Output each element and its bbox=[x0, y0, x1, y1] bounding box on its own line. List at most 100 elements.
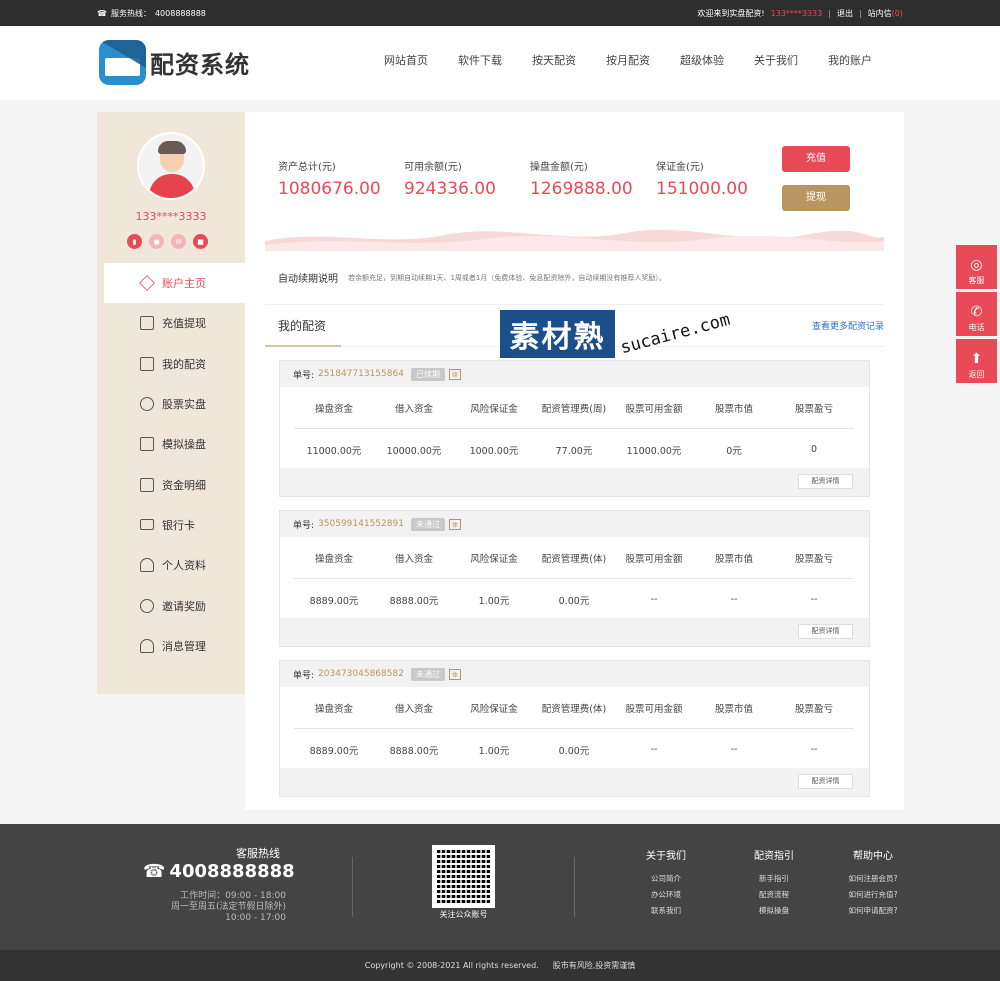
qr-caption: 关注公众账号 bbox=[439, 910, 488, 919]
logo[interactable]: 配资系统 bbox=[99, 40, 250, 85]
header: 配资系统 网站首页 软件下载 按天配资 按月配资 超级体验 关于我们 我的账户 bbox=[0, 26, 1000, 100]
stat-total-assets: 资产总计(元) 1080676.00 bbox=[278, 158, 404, 199]
float-customer-service[interactable]: ◎ 客服 bbox=[956, 245, 997, 289]
order-detail-button[interactable]: 配资详情 bbox=[798, 474, 853, 489]
sidebar-item-funds-detail[interactable]: 资金明细 bbox=[104, 464, 245, 504]
sidebar-item-my-funding[interactable]: 我的配资 bbox=[104, 344, 245, 384]
withdraw-button[interactable]: 提现 bbox=[782, 185, 850, 211]
type-tag: 体 bbox=[448, 668, 461, 680]
status-badge: 未通过 bbox=[410, 517, 445, 531]
main-nav: 网站首页 软件下载 按天配资 按月配资 超级体验 关于我们 我的账户 bbox=[369, 52, 887, 68]
risk-warning: 股市有风险,投资需谨慎 bbox=[552, 961, 636, 970]
inbox-link[interactable]: 站内信(0) bbox=[868, 8, 903, 19]
coins-icon bbox=[140, 397, 154, 412]
sidebar-item-label: 模拟操盘 bbox=[162, 438, 206, 452]
nav-trial[interactable]: 超级体验 bbox=[665, 52, 739, 68]
sidebar-item-invite[interactable]: 邀请奖励 bbox=[104, 585, 245, 625]
chart-icon bbox=[140, 356, 154, 371]
tab-my-funding[interactable]: 我的配资 bbox=[278, 317, 326, 334]
work-hours-line: 工作时间：09:00 - 18:00 bbox=[180, 891, 286, 901]
nav-account[interactable]: 我的账户 bbox=[813, 52, 887, 68]
nav-home[interactable]: 网站首页 bbox=[369, 52, 443, 68]
sidebar-item-home[interactable]: 账户主页 bbox=[104, 263, 245, 304]
sidebar-item-label: 资金明细 bbox=[162, 478, 206, 492]
welcome-text: 欢迎来到实盘配资! bbox=[697, 8, 765, 18]
order-no-label: 单号: bbox=[293, 370, 315, 381]
divider bbox=[574, 857, 575, 917]
more-records-link[interactable]: 查看更多配资记录 bbox=[812, 319, 884, 332]
stat-label: 操盘金额(元) bbox=[530, 162, 588, 173]
sidebar-item-recharge[interactable]: 充值提现 bbox=[104, 303, 245, 343]
order-no-label: 单号: bbox=[293, 520, 315, 531]
col-header: 借入资金 bbox=[394, 703, 433, 715]
cell-value: 8889.00元 bbox=[309, 745, 359, 757]
order-detail-button[interactable]: 配资详情 bbox=[798, 624, 853, 639]
order-footer: 配资详情 bbox=[280, 618, 869, 646]
nav-monthly[interactable]: 按月配资 bbox=[591, 52, 665, 68]
trend-icon bbox=[140, 437, 154, 452]
cell-value: -- bbox=[730, 594, 738, 605]
auto-renew-desc: 若余额充足，到期自动续期1天、1周或者1月（免费体验、免息配资除外，自动续期没有… bbox=[348, 273, 666, 282]
auto-renew-title: 自动续期说明 bbox=[278, 274, 338, 285]
phone-icon: ✆ bbox=[970, 304, 983, 320]
nav-about[interactable]: 关于我们 bbox=[739, 52, 813, 68]
col-header: 风险保证金 bbox=[470, 403, 518, 415]
footer-link[interactable]: 如何注册会员? bbox=[840, 871, 906, 887]
order-columns: 操盘资金 借入资金 风险保证金 配资管理费(体) 股票可用金额 股票市值 股票盈亏 bbox=[294, 537, 854, 579]
float-phone[interactable]: ✆ 电话 bbox=[956, 292, 997, 336]
stat-value: 924336.00 bbox=[404, 179, 496, 199]
footer-col-title: 帮助中心 bbox=[853, 851, 893, 862]
password-verify-icon[interactable]: ■ bbox=[193, 234, 208, 249]
logout-link[interactable]: 退出 bbox=[837, 8, 853, 19]
footer-col-guide: 配资指引 新手指引 配资流程 模拟操盘 bbox=[744, 847, 804, 919]
footer-link[interactable]: 公司简介 bbox=[636, 871, 696, 887]
order-values: 11000.00元 10000.00元 1000.00元 77.00元 11000.00… bbox=[294, 429, 854, 470]
col-header: 股票可用金额 bbox=[625, 403, 683, 415]
sidebar-item-label: 个人资料 bbox=[162, 559, 206, 573]
sidebar-item-profile[interactable]: 个人资料 bbox=[104, 545, 245, 585]
footer-link[interactable]: 如何申请配资? bbox=[840, 903, 906, 919]
col-header: 配资管理费(体) bbox=[541, 553, 607, 565]
nav-download[interactable]: 软件下载 bbox=[443, 52, 517, 68]
sidebar-item-bank-card[interactable]: 银行卡 bbox=[104, 505, 245, 545]
recharge-button[interactable]: 充值 bbox=[782, 146, 850, 172]
nav-daily[interactable]: 按天配资 bbox=[517, 52, 591, 68]
sidebar-item-messages[interactable]: 消息管理 bbox=[104, 626, 245, 666]
sidebar-item-simulation[interactable]: 模拟操盘 bbox=[104, 424, 245, 464]
footer-link[interactable]: 新手指引 bbox=[744, 871, 804, 887]
sidebar-item-label: 账户主页 bbox=[162, 277, 206, 291]
top-username[interactable]: 133****3333 bbox=[771, 9, 823, 18]
sidebar-item-real-stock[interactable]: 股票实盘 bbox=[104, 384, 245, 424]
main-area: 133****3333 ▮ ● ✉ ■ 账户主页 充值提现 我的配资 股票实盘 … bbox=[97, 112, 904, 810]
type-tag: 续 bbox=[448, 368, 461, 380]
footer-link[interactable]: 办公环境 bbox=[636, 887, 696, 903]
hotline-label: 服务热线： bbox=[110, 8, 151, 18]
order-values: 8889.00元 8888.00元 1.00元 0.00元 -- -- -- bbox=[294, 729, 854, 770]
divider bbox=[352, 857, 353, 917]
order-detail-button[interactable]: 配资详情 bbox=[798, 774, 853, 789]
work-hours: 工作时间：09:00 - 18:00 周一至周五(法定节假日除外) 10:00 … bbox=[150, 891, 286, 924]
float-back-to-top[interactable]: ⬆ 返回 bbox=[956, 339, 997, 383]
stat-trading-amount: 操盘金额(元) 1269888.00 bbox=[530, 158, 656, 199]
footer-col-about: 关于我们 公司简介 办公环境 联系我们 bbox=[636, 847, 696, 919]
sidebar-item-label: 股票实盘 bbox=[162, 398, 206, 412]
stat-label: 保证金(元) bbox=[656, 162, 704, 173]
inbox-label: 站内信 bbox=[867, 8, 892, 18]
footer-link[interactable]: 模拟操盘 bbox=[744, 903, 804, 919]
id-verify-icon[interactable]: ● bbox=[149, 234, 164, 249]
footer-col-title: 配资指引 bbox=[754, 851, 794, 862]
col-header: 股票盈亏 bbox=[794, 703, 833, 715]
mobile-verify-icon[interactable]: ▮ bbox=[127, 234, 142, 249]
email-verify-icon[interactable]: ✉ bbox=[171, 234, 186, 249]
avatar[interactable] bbox=[137, 132, 205, 200]
footer-link[interactable]: 配资流程 bbox=[744, 887, 804, 903]
cell-value: 1.00元 bbox=[478, 595, 510, 607]
footer-link[interactable]: 如何进行充值? bbox=[840, 887, 906, 903]
footer: 客服热线 ☎ 4008888888 工作时间：09:00 - 18:00 周一至周… bbox=[0, 824, 1000, 950]
footer-hotline: ☎ 4008888888 bbox=[143, 861, 295, 882]
cell-value: 1000.00元 bbox=[469, 445, 519, 457]
col-header: 借入资金 bbox=[394, 553, 433, 565]
cell-value: 10000.00元 bbox=[386, 445, 442, 457]
footer-link[interactable]: 联系我们 bbox=[636, 903, 696, 919]
float-label: 电话 bbox=[968, 323, 985, 332]
